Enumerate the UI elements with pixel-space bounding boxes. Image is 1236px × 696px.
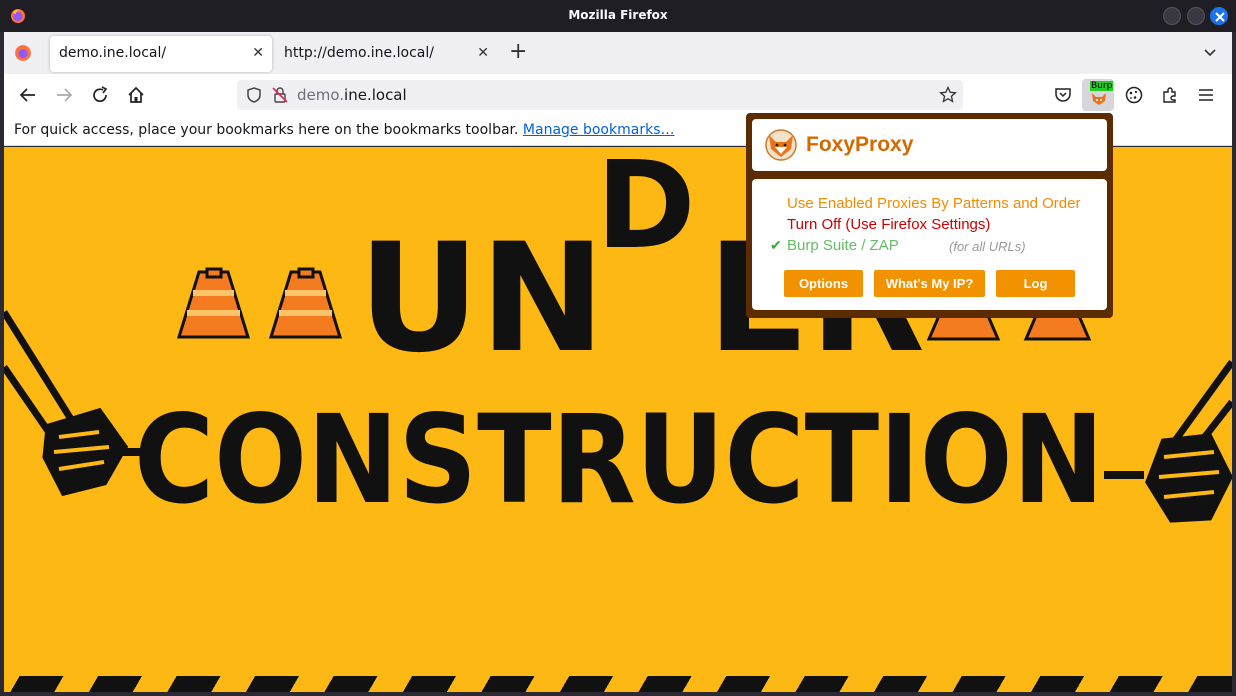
menu-item-turn-off[interactable]: Turn Off (Use Firefox Settings)	[787, 216, 990, 233]
traffic-cone-icon	[268, 267, 343, 339]
tab-close-icon[interactable]: ✕	[252, 45, 264, 61]
crane-arm-icon	[4, 310, 144, 497]
hazard-stripe	[4, 676, 1232, 692]
back-arrow-icon[interactable]	[18, 85, 38, 105]
options-button[interactable]: Options	[784, 270, 863, 297]
address-bar[interactable]: demo.ine.local	[237, 80, 963, 110]
hamburger-menu-icon[interactable]	[1196, 85, 1216, 105]
tab-http-demo[interactable]: http://demo.ine.local/ ✕	[275, 36, 497, 72]
url-domain: ine.local	[344, 86, 407, 104]
extensions-puzzle-icon[interactable]	[1160, 85, 1180, 105]
menu-item-note: (for all URLs)	[949, 239, 1026, 254]
foxyproxy-extension-button[interactable]: Burp	[1082, 79, 1114, 111]
title-bar: Mozilla Firefox	[0, 0, 1236, 32]
foxyproxy-menu: Use Enabled Proxies By Patterns and Orde…	[752, 179, 1107, 310]
home-icon[interactable]	[126, 85, 146, 105]
minimize-button[interactable]	[1163, 7, 1181, 25]
tab-close-icon[interactable]: ✕	[477, 45, 489, 61]
bookmarks-message: For quick access, place your bookmarks h…	[14, 122, 674, 138]
log-button[interactable]: Log	[996, 270, 1075, 297]
reload-icon[interactable]	[90, 85, 110, 105]
foxyproxy-logo-icon	[765, 129, 797, 161]
manage-bookmarks-link[interactable]: Manage bookmarks…	[523, 122, 675, 138]
close-window-button[interactable]	[1210, 7, 1228, 25]
foxyproxy-popup: FoxyProxy Use Enabled Proxies By Pattern…	[746, 113, 1113, 318]
shield-icon[interactable]	[245, 86, 263, 104]
close-icon	[1215, 12, 1225, 22]
headline-d: D	[596, 147, 696, 276]
menu-item-patterns[interactable]: Use Enabled Proxies By Patterns and Orde…	[787, 195, 1080, 212]
crane-arm-icon	[1104, 359, 1232, 523]
forward-arrow-icon[interactable]	[54, 85, 74, 105]
bookmark-star-icon[interactable]	[939, 86, 957, 104]
new-tab-button[interactable]: +	[509, 41, 527, 63]
chevron-down-icon[interactable]	[1202, 44, 1218, 60]
cookie-icon[interactable]	[1124, 85, 1144, 105]
burp-badge: Burp	[1090, 81, 1114, 91]
headline-construction: CONSTRUCTION	[134, 389, 1104, 531]
headline-under: UN	[358, 212, 605, 386]
foxyproxy-header: FoxyProxy	[752, 119, 1107, 171]
menu-item-burp-suite[interactable]: Burp Suite / ZAP	[787, 237, 899, 254]
firefox-view-icon[interactable]	[14, 44, 32, 62]
checkmark-icon: ✔	[770, 237, 782, 253]
insecure-lock-icon[interactable]	[271, 86, 289, 104]
tab-bar: demo.ine.local/ ✕ http://demo.ine.local/…	[4, 32, 1232, 74]
window-title: Mozilla Firefox	[568, 8, 668, 22]
maximize-button[interactable]	[1187, 7, 1205, 25]
tab-label: http://demo.ine.local/	[284, 45, 434, 61]
traffic-cone-icon	[176, 267, 251, 339]
foxyproxy-title: FoxyProxy	[806, 133, 914, 156]
whats-my-ip-button[interactable]: What's My IP?	[874, 270, 985, 297]
bookmarks-hint: For quick access, place your bookmarks h…	[14, 122, 519, 138]
tab-label: demo.ine.local/	[59, 45, 167, 61]
firefox-window: Mozilla Firefox demo.ine.local/ ✕ http:/…	[0, 0, 1236, 696]
url-text: demo.ine.local	[297, 86, 407, 104]
url-subdomain: demo.	[297, 86, 345, 104]
fox-icon	[1092, 93, 1106, 105]
navigation-toolbar: demo.ine.local Burp	[4, 74, 1232, 116]
tab-demo[interactable]: demo.ine.local/ ✕	[50, 36, 272, 72]
pocket-icon[interactable]	[1053, 85, 1073, 105]
